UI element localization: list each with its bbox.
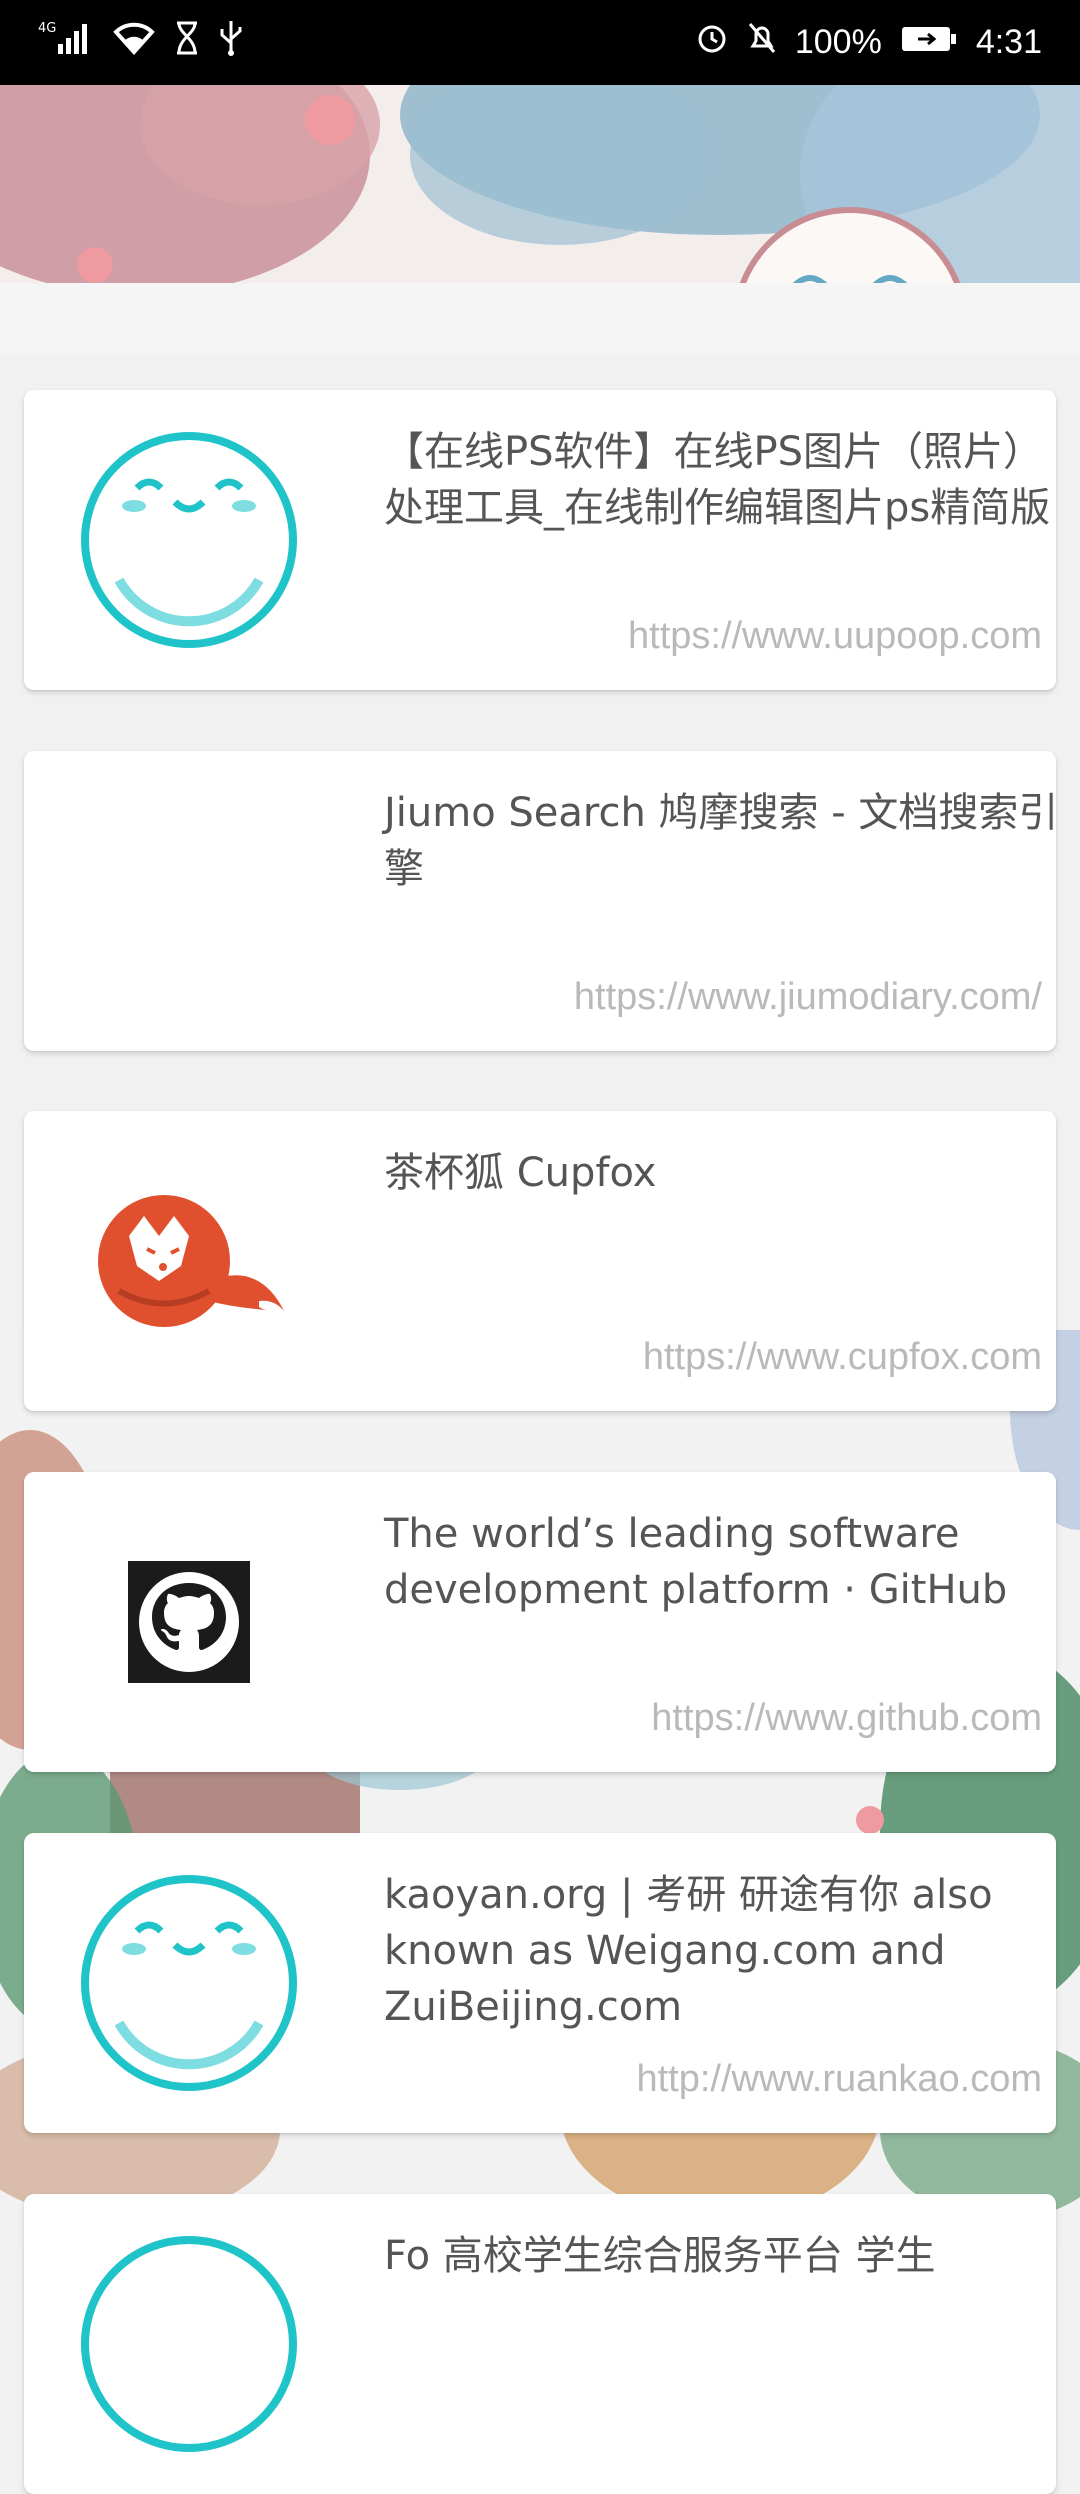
clock: 4:31 [975,23,1042,61]
alarm-icon [695,21,729,64]
site-title: 【在线PS软件】在线PS图片（照片）处理工具_在线制作编辑图片ps精简版 [384,429,1051,531]
site-url[interactable]: https://www.uupoop.com [628,615,1042,658]
site-title: Jiumo Search 鸠摩搜索 - 文档搜索引擎 [384,790,1059,892]
signal-icon: 4G [38,18,94,67]
smiley-icon [81,1875,297,2091]
site-thumbnail [79,1873,299,2093]
hourglass-icon [174,20,200,65]
site-thumbnail [79,430,299,650]
site-title: kaoyan.org | 考研 研途有你 also known as Weiga… [384,1872,993,2030]
github-icon [128,1561,250,1683]
status-left: 4G [38,18,244,67]
usb-icon [218,19,244,66]
list-item-card[interactable]: 茶杯狐 Cupfox https://www.cupfox.com [24,1111,1056,1411]
site-title: Fo 高校学生综合服务平台 学生 [384,2233,936,2279]
site-url[interactable]: https://www.cupfox.com [643,1336,1042,1379]
battery-icon [900,23,958,63]
site-thumbnail [79,791,299,1011]
site-thumbnail [79,1512,299,1732]
site-url[interactable]: http://www.ruankao.com [636,2058,1042,2101]
list-item-card[interactable]: Jiumo Search 鸠摩搜索 - 文档搜索引擎 https://www.j… [24,751,1058,1051]
site-thumbnail [79,2234,299,2454]
site-url[interactable]: https://www.jiumodiary.com/ [574,976,1042,1019]
site-title: The world’s leading software development… [384,1511,1008,1613]
status-right: 100% 4:31 [695,21,1042,64]
cupfox-icon [98,1195,284,1327]
header-spacer [0,283,1080,353]
site-title: 茶杯狐 Cupfox [384,1150,657,1196]
list-item-card[interactable]: 【在线PS软件】在线PS图片（照片）处理工具_在线制作编辑图片ps精简版 htt… [24,390,1056,690]
network-type: 4G [38,21,56,36]
smiley-icon [81,2236,297,2452]
battery-percent: 100% [794,23,882,61]
list-item-card[interactable]: Fo 高校学生综合服务平台 学生 [24,2194,1056,2494]
smiley-icon [81,432,297,648]
header-banner [0,85,1080,283]
site-url[interactable]: https://www.github.com [651,1697,1042,1740]
site-thumbnail [79,1151,299,1371]
wifi-icon [112,20,156,65]
mute-bell-icon [747,21,777,64]
status-bar: 4G 100% 4:31 [0,0,1080,85]
list-item-card[interactable]: The world’s leading software development… [24,1472,1056,1772]
list-item-card[interactable]: kaoyan.org | 考研 研途有你 also known as Weiga… [24,1833,1056,2133]
